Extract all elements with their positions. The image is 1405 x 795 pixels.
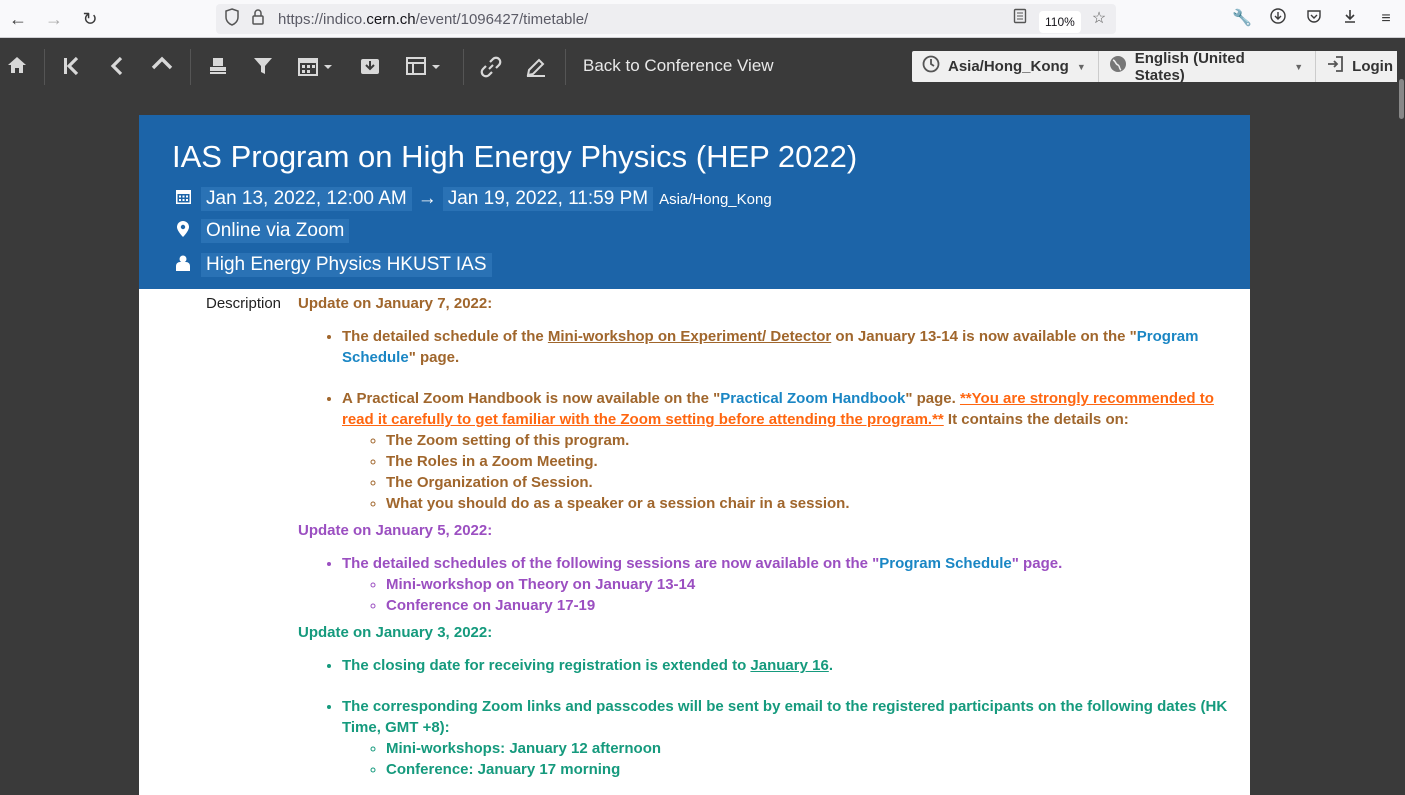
back-to-conference-link[interactable]: Back to Conference View — [583, 56, 774, 76]
update-list-jan5: The detailed schedules of the following … — [342, 553, 1243, 616]
download-archive-icon[interactable] — [358, 53, 382, 81]
login-button[interactable]: Login — [1316, 51, 1405, 82]
menu-hamburger-icon[interactable]: ≡ — [1375, 8, 1397, 30]
back-arrow-icon[interactable]: ← — [5, 6, 31, 32]
list-item: The closing date for receiving registrat… — [342, 655, 1243, 676]
zoom-handbook-link[interactable]: Practical Zoom Handbook — [720, 390, 905, 407]
event-location: Online via Zoom — [172, 218, 350, 244]
reader-view-icon[interactable] — [1010, 8, 1030, 30]
event-header: IAS Program on High Energy Physics (HEP … — [139, 115, 1250, 289]
list-item: The detailed schedule of the Mini-worksh… — [342, 326, 1243, 368]
list-item: The Organization of Session. — [386, 472, 1243, 493]
description-label: Description — [206, 295, 282, 312]
end-date: Jan 19, 2022, 11:59 PM — [442, 187, 654, 211]
login-icon — [1326, 55, 1344, 78]
list-item: Mini-workshops: January 12 afternoon — [386, 738, 1243, 759]
up-level-icon[interactable] — [149, 53, 175, 81]
browser-toolbar: ← → ↻ https://indico.cern.ch/event/10964… — [0, 0, 1405, 38]
zoom-dates-list: Mini-workshops: January 12 afternoon Con… — [386, 738, 1243, 780]
list-item: The corresponding Zoom links and passcod… — [342, 696, 1243, 780]
map-pin-icon — [172, 220, 194, 243]
forward-arrow-icon[interactable]: → — [41, 6, 67, 32]
start-date: Jan 13, 2022, 12:00 AM — [201, 187, 412, 211]
download-circle-icon[interactable] — [1267, 8, 1289, 30]
filter-icon[interactable] — [251, 53, 275, 81]
list-item: The detailed schedules of the following … — [342, 553, 1243, 616]
list-item: A Practical Zoom Handbook is now availab… — [342, 388, 1243, 514]
description-body: Update on January 7, 2022: The detailed … — [298, 293, 1243, 795]
calendar-icon — [172, 188, 194, 210]
event-dates: Jan 13, 2022, 12:00 AM → Jan 19, 2022, 1… — [172, 186, 772, 212]
wrench-icon[interactable]: 🔧 — [1231, 8, 1253, 30]
january-16-link[interactable]: January 16 — [750, 657, 828, 674]
sessions-list: Mini-workshop on Theory on January 13-14… — [386, 574, 1243, 616]
date-arrow: → — [417, 188, 437, 209]
settings-group: Asia/Hong_Kong ▼ English (United States)… — [912, 49, 1405, 84]
shield-icon[interactable] — [222, 8, 242, 30]
downloads-icon[interactable] — [1339, 8, 1361, 30]
previous-icon[interactable] — [105, 53, 129, 81]
layout-dropdown-icon[interactable] — [404, 53, 444, 81]
list-item: Mini-workshop on Theory on January 13-14 — [386, 574, 1243, 595]
zoom-level-badge[interactable]: 110% — [1039, 11, 1081, 33]
chevron-down-icon: ▼ — [1294, 61, 1304, 72]
bookmark-star-icon[interactable]: ☆ — [1089, 8, 1109, 30]
event-timezone: Asia/Hong_Kong — [659, 190, 772, 208]
timezone-label: Asia/Hong_Kong — [948, 58, 1069, 75]
list-item: Conference: January 17 morning — [386, 759, 1243, 780]
chevron-down-icon: ▼ — [1076, 61, 1086, 72]
user-icon — [172, 254, 194, 277]
indico-toolbar: Back to Conference View Asia/Hong_Kong ▼… — [0, 39, 1405, 95]
event-organizer: High Energy Physics HKUST IAS — [172, 252, 492, 278]
update-list-jan3: The closing date for receiving registrat… — [342, 655, 1243, 780]
link-icon[interactable] — [479, 53, 503, 81]
first-page-icon[interactable] — [59, 53, 83, 81]
login-label: Login — [1352, 58, 1393, 75]
reload-icon[interactable]: ↻ — [77, 6, 103, 32]
location-text: Online via Zoom — [201, 219, 350, 243]
list-item: The Zoom setting of this program. — [386, 430, 1243, 451]
print-icon[interactable] — [206, 53, 230, 81]
event-page: IAS Program on High Energy Physics (HEP … — [139, 115, 1250, 795]
edit-pencil-icon[interactable] — [524, 53, 548, 81]
list-item: What you should do as a speaker or a ses… — [386, 493, 1243, 514]
page-scrollbar[interactable] — [1397, 39, 1405, 795]
address-bar[interactable]: https://indico.cern.ch/event/1096427/tim… — [216, 4, 1116, 34]
url-text[interactable]: https://indico.cern.ch/event/1096427/tim… — [278, 11, 588, 28]
mini-workshop-experiment-link[interactable]: Mini-workshop on Experiment/ Detector — [548, 328, 831, 345]
list-item: Conference on January 17-19 — [386, 595, 1243, 616]
organizer-text: High Energy Physics HKUST IAS — [201, 253, 492, 277]
language-label: English (United States) — [1134, 49, 1245, 84]
timezone-dropdown[interactable]: Asia/Hong_Kong ▼ — [912, 51, 1099, 82]
clock-icon — [922, 55, 940, 78]
calendar-dropdown-icon[interactable] — [296, 53, 336, 81]
update-heading-jan3: Update on January 3, 2022: — [298, 624, 493, 641]
home-icon[interactable] — [6, 53, 28, 81]
lock-icon[interactable] — [248, 8, 268, 30]
update-heading-jan5: Update on January 5, 2022: — [298, 522, 493, 539]
zoom-details-list: The Zoom setting of this program. The Ro… — [386, 430, 1243, 514]
globe-icon — [1109, 55, 1127, 78]
program-schedule-link[interactable]: Program Schedule — [879, 555, 1012, 572]
list-item: The Roles in a Zoom Meeting. — [386, 451, 1243, 472]
pocket-icon[interactable] — [1303, 8, 1325, 30]
update-heading-jan7: Update on January 7, 2022: — [298, 295, 493, 312]
update-list-jan7: The detailed schedule of the Mini-worksh… — [342, 326, 1243, 514]
event-title: IAS Program on High Energy Physics (HEP … — [172, 139, 858, 174]
language-dropdown[interactable]: English (United States) ▼ — [1099, 49, 1317, 84]
